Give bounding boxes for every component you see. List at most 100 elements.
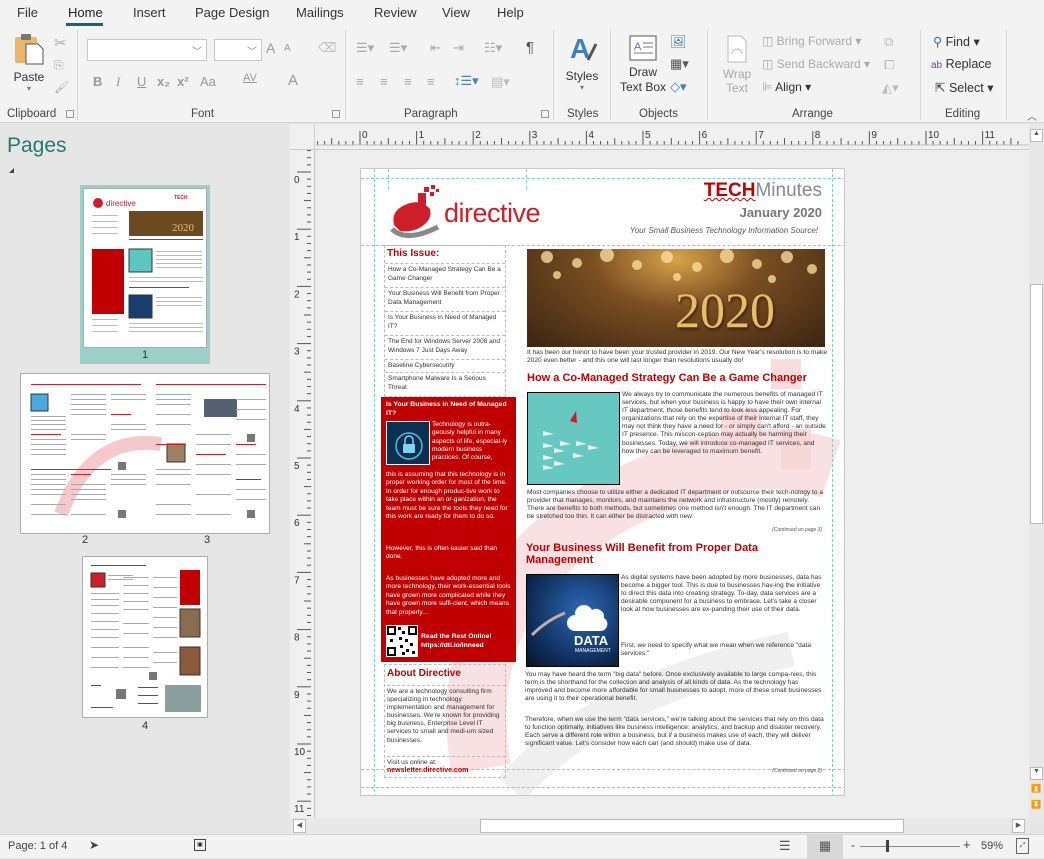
read-more-link[interactable]: https://dti.io/inneed [421,642,484,649]
underline-button[interactable]: U [137,74,146,89]
font-launcher-icon[interactable] [332,110,340,118]
scroll-down-button[interactable]: ▼ [1030,767,1043,780]
page-thumbnail-2-3[interactable] [20,373,270,534]
styles-button[interactable]: A Styles ▾ [562,32,602,92]
zoom-in-button[interactable]: + [963,837,971,852]
change-case-button[interactable]: Aa [200,74,216,89]
pages-pane: Pages directive TECH 2020 1 2 3 4 [0,124,290,834]
scroll-left-button[interactable]: ◀ [293,819,306,833]
vertical-ruler[interactable]: 0 1 2 3 4 5 6 7 8 9 10 11 [290,150,315,818]
horizontal-scrollbar[interactable]: ◀ ▶ [290,818,1029,834]
shading-icon[interactable]: ▤▾ [491,74,510,90]
paragraph-launcher-icon[interactable] [541,110,549,118]
copy-icon[interactable]: ⎘ [54,58,64,73]
send-backward-button[interactable]: ◫ Send Backward ▾ [762,57,870,71]
replace-button[interactable]: ab Replace [931,57,991,71]
select-button[interactable]: ⇱ Select ▾ [935,80,993,95]
justify-icon[interactable]: ≡ [427,74,435,89]
zoom-slider-thumb[interactable] [886,840,890,852]
menu-page-design[interactable]: Page Design [195,5,269,20]
draw-text-box-button[interactable]: A Draw Text Box [619,34,667,94]
font-color-button[interactable]: A [288,72,298,89]
fit-page-icon[interactable]: ⤢ [1016,838,1029,854]
collapse-ribbon-icon[interactable]: ︿ [1027,108,1037,123]
align-left-icon[interactable]: ≡ [356,74,364,89]
horizontal-scroll-thumb[interactable] [480,819,904,833]
website-link[interactable]: newsletter.directive.com [387,767,468,774]
picture-icon[interactable]: 🖼 [670,34,687,50]
zoom-slider-track[interactable] [860,846,960,847]
italic-button[interactable]: I [116,74,120,90]
menu-review[interactable]: Review [374,5,417,20]
this-issue-title: This Issue: [387,248,440,259]
single-page-view-icon[interactable]: ☰ [779,838,791,854]
cut-icon[interactable]: ✂ [54,34,67,52]
character-spacing-button[interactable]: AV [243,72,257,84]
menu-insert[interactable]: Insert [133,5,166,20]
horizontal-ruler[interactable]: 0 1 2 3 4 5 6 7 8 9 10 11 [290,124,1029,150]
menu-view[interactable]: View [442,5,470,20]
previous-page-icon[interactable]: ⏫ [1031,784,1041,793]
article-2-continued[interactable]: (Continued on page 2) [700,768,822,774]
scroll-up-button[interactable]: ▲ [1030,129,1043,142]
paste-button[interactable]: Paste ▾ [12,32,46,102]
format-painter-icon[interactable]: 🖌 [54,80,69,94]
bring-forward-button[interactable]: ◫ Bring Forward ▾ [762,34,861,48]
toc-item[interactable]: The End for Windows Server 2008 and Wind… [385,335,505,357]
scroll-right-button[interactable]: ▶ [1012,819,1025,833]
article-1-body: Most companies choose to utilize either … [527,489,824,521]
qr-code[interactable] [386,625,418,657]
superscript-button[interactable]: x² [177,74,189,89]
align-button[interactable]: ⊫ Align ▾ [762,80,811,94]
align-right-icon[interactable]: ≡ [404,74,412,89]
clipboard-launcher-icon[interactable] [66,110,74,118]
two-page-view-icon[interactable]: ▦ [807,835,843,859]
wrap-text-button[interactable]: Wrap Text [718,34,756,95]
grow-font-icon[interactable]: A [266,40,275,56]
font-size-combo[interactable]: ﹀ [214,39,262,61]
page-thumbnail-4[interactable] [82,556,208,718]
collapse-triangle-icon[interactable] [9,168,14,173]
replace-icon: ab [931,60,943,71]
menu-help[interactable]: Help [497,5,524,20]
numbering-icon[interactable]: ☰▾ [389,40,407,56]
zoom-out-button[interactable]: - [851,838,855,852]
menu-file[interactable]: File [17,5,38,20]
toc-item[interactable]: Baseline Cybersecurity [385,359,505,373]
rotate-icon[interactable]: ◭▾ [882,80,899,96]
zoom-level[interactable]: 59% [981,840,1003,852]
increase-indent-icon[interactable]: ⇥ [453,40,464,56]
decrease-indent-icon[interactable]: ⇤ [430,40,441,56]
ungroup-icon[interactable]: ⧠ [884,57,894,73]
subscript-button[interactable]: x₂ [157,74,170,89]
group-icon[interactable]: ⧉ [884,34,893,50]
shrink-font-icon[interactable]: A [284,43,291,54]
vertical-scrollbar[interactable]: ▲ ▼ ⏫ ⏬ [1029,124,1044,818]
article-1-continued[interactable]: (Continued on page 3) [700,527,822,533]
toc-item[interactable]: Smartphone Malware Is a Serious Threat [385,372,505,394]
page-thumbnail-1[interactable]: directive TECH 2020 1 [80,185,210,364]
show-marks-icon[interactable]: ¶ [526,39,534,56]
menu-home[interactable]: Home [68,5,103,20]
vertical-scroll-thumb[interactable] [1030,284,1043,524]
data-label: DATA [574,633,609,648]
lock-icon [395,432,423,460]
font-name-combo[interactable]: ﹀ [87,39,207,61]
ruler-label: 1 [294,232,300,243]
toc-item[interactable]: Is Your Business in Need of Managed IT? [385,311,505,333]
toc-item[interactable]: Your Business Will Benefit from Proper D… [385,287,505,309]
align-center-icon[interactable]: ≡ [380,74,388,89]
bold-button[interactable]: B [93,74,102,89]
shapes-icon[interactable]: ◇▾ [670,79,687,95]
page-indicator[interactable]: Page: 1 of 4 [8,840,67,852]
columns-icon[interactable]: ☷▾ [484,40,502,56]
clear-formatting-icon[interactable]: ⌫ [318,40,336,56]
table-icon[interactable]: ▦▾ [670,56,689,72]
menu-mailings[interactable]: Mailings [296,5,344,20]
thumbnail-image: directive TECH 2020 [83,188,207,348]
toc-item[interactable]: How a Co-Managed Strategy Can Be a Game … [385,263,505,285]
next-page-icon[interactable]: ⏬ [1031,800,1041,809]
line-spacing-icon[interactable]: ↕☰▾ [454,73,479,89]
find-button[interactable]: ⚲ Find ▾ [933,34,980,49]
bullets-icon[interactable]: ☰▾ [356,40,374,56]
